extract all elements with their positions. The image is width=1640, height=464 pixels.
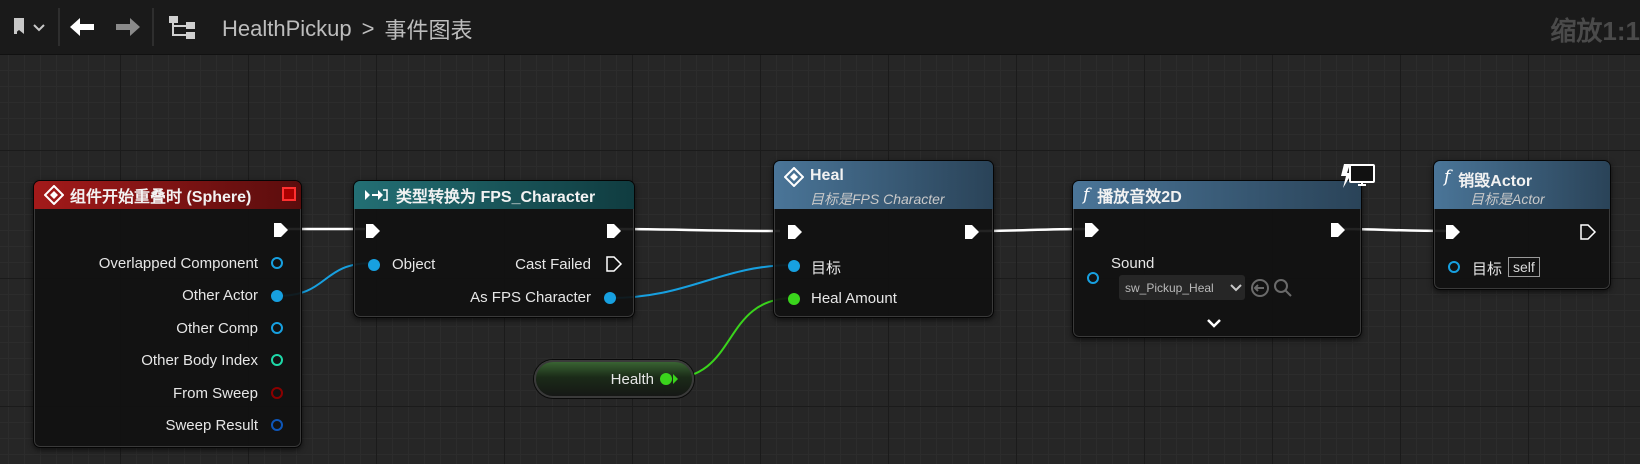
- graph-hierarchy-button[interactable]: [166, 12, 198, 42]
- delegate-pin[interactable]: [282, 187, 296, 201]
- sound-asset-dropdown[interactable]: sw_Pickup_Heal: [1119, 275, 1245, 300]
- pin-label-other-body-index: Other Body Index: [141, 352, 258, 369]
- self-default-value[interactable]: self: [1508, 257, 1540, 277]
- exec-in-pin[interactable]: [1083, 221, 1101, 239]
- exec-out-pin[interactable]: [963, 223, 981, 241]
- breadcrumb-root[interactable]: HealthPickup: [222, 16, 352, 42]
- back-arrow-icon: [70, 18, 94, 36]
- pin-label-as-fps-character: As FPS Character: [470, 289, 591, 306]
- node-subtitle: 目标是Actor: [1470, 191, 1545, 207]
- pin-label-sound: Sound: [1111, 255, 1155, 272]
- event-node-begin-overlap[interactable]: 组件开始重叠时 (Sphere) Overlapped Component Ot…: [33, 180, 302, 448]
- forward-button[interactable]: [112, 12, 144, 42]
- node-title: 播放音效2D: [1097, 189, 1182, 206]
- variable-label: Health: [610, 371, 654, 388]
- function-node-heal[interactable]: Heal 目标是FPS Character 目标 Heal Amount: [773, 160, 994, 318]
- cast-failed-exec-pin[interactable]: [605, 255, 623, 273]
- node-title: 类型转换为 FPS_Character: [396, 189, 596, 206]
- toolbar-separator: [152, 8, 154, 46]
- pin-label-overlapped-component: Overlapped Component: [98, 255, 258, 272]
- object-wire: [609, 264, 795, 299]
- object-pin-connected[interactable]: [271, 290, 283, 302]
- forward-arrow-icon: [116, 18, 140, 36]
- object-pin[interactable]: [271, 257, 283, 269]
- object-in-pin[interactable]: [368, 259, 380, 271]
- pin-label-other-comp: Other Comp: [176, 320, 258, 337]
- breadcrumb-separator: >: [361, 16, 375, 41]
- bookmark-dropdown-button[interactable]: [8, 14, 50, 40]
- cast-node-fps-character[interactable]: 类型转换为 FPS_Character Object Cast Failed A…: [353, 180, 635, 318]
- chevron-down-icon: [1230, 283, 1242, 291]
- graph-hierarchy-icon: [169, 16, 195, 39]
- node-title: 销毁Actor: [1458, 173, 1533, 190]
- node-header: 类型转换为 FPS_Character: [354, 181, 634, 209]
- struct-pin[interactable]: [271, 419, 283, 431]
- function-icon: f: [1083, 185, 1090, 205]
- object-in-pin[interactable]: [788, 260, 800, 272]
- graph-toolbar: HealthPickup > 事件图表 缩放1:1: [0, 0, 1640, 55]
- zoom-indicator: 缩放1:1: [1550, 16, 1640, 46]
- exec-in-pin[interactable]: [786, 223, 804, 241]
- event-diamond-icon: [784, 167, 804, 187]
- object-out-pin[interactable]: [604, 292, 616, 304]
- pin-label-other-actor: Other Actor: [182, 287, 258, 304]
- pin-label-target: 目标: [1472, 261, 1503, 278]
- bool-pin[interactable]: [271, 387, 283, 399]
- exec-out-pin[interactable]: [605, 222, 623, 240]
- float-out-pin[interactable]: [660, 373, 672, 385]
- pin-label-sweep-result: Sweep Result: [165, 417, 258, 434]
- pin-label-object: Object: [392, 256, 436, 273]
- sound-pin[interactable]: [1087, 272, 1099, 284]
- variable-node-health[interactable]: Health: [534, 360, 694, 398]
- client-only-icon: [1341, 164, 1375, 188]
- exec-in-pin[interactable]: [1444, 223, 1462, 241]
- exec-out-pin[interactable]: [1329, 221, 1347, 239]
- pin-label-target: 目标: [811, 260, 842, 277]
- float-in-pin[interactable]: [788, 293, 800, 305]
- cast-arrows-icon: [365, 189, 388, 201]
- pin-label-heal-amount: Heal Amount: [811, 290, 897, 307]
- exec-wire: [611, 227, 781, 233]
- object-in-pin[interactable]: [1448, 261, 1460, 273]
- object-pin[interactable]: [271, 322, 283, 334]
- sound-asset-value: sw_Pickup_Heal: [1125, 280, 1214, 295]
- node-title: 组件开始重叠时 (Sphere): [70, 189, 252, 206]
- int-pin[interactable]: [271, 354, 283, 366]
- function-icon: f: [1444, 167, 1451, 187]
- breadcrumb-current[interactable]: 事件图表: [385, 13, 473, 45]
- function-node-play-sound-2d[interactable]: f 播放音效2D Sound sw_Pickup_Heal: [1072, 180, 1362, 338]
- node-header: f 播放音效2D: [1073, 181, 1361, 209]
- bookmark-icon: [14, 18, 45, 34]
- back-button[interactable]: [66, 12, 98, 42]
- node-subtitle: 目标是FPS Character: [810, 191, 945, 207]
- expand-advanced-chevron-icon[interactable]: [1206, 317, 1222, 329]
- pin-label-from-sweep: From Sweep: [172, 385, 258, 402]
- toolbar-separator: [58, 8, 60, 46]
- breadcrumb: HealthPickup > 事件图表: [222, 13, 473, 45]
- browse-asset-search-icon[interactable]: [1273, 278, 1293, 298]
- exec-out-pin[interactable]: [1579, 223, 1597, 241]
- node-title: Heal: [810, 167, 844, 184]
- exec-in-pin[interactable]: [364, 222, 382, 240]
- use-selected-asset-icon[interactable]: [1250, 278, 1270, 298]
- exec-out-pin[interactable]: [272, 221, 290, 239]
- event-diamond-icon: [44, 185, 64, 205]
- node-header: 组件开始重叠时 (Sphere): [34, 181, 301, 209]
- pin-arrow-icon: [673, 374, 678, 384]
- pin-label-cast-failed: Cast Failed: [515, 256, 591, 273]
- function-node-destroy-actor[interactable]: f 销毁Actor 目标是Actor 目标 self: [1433, 160, 1611, 290]
